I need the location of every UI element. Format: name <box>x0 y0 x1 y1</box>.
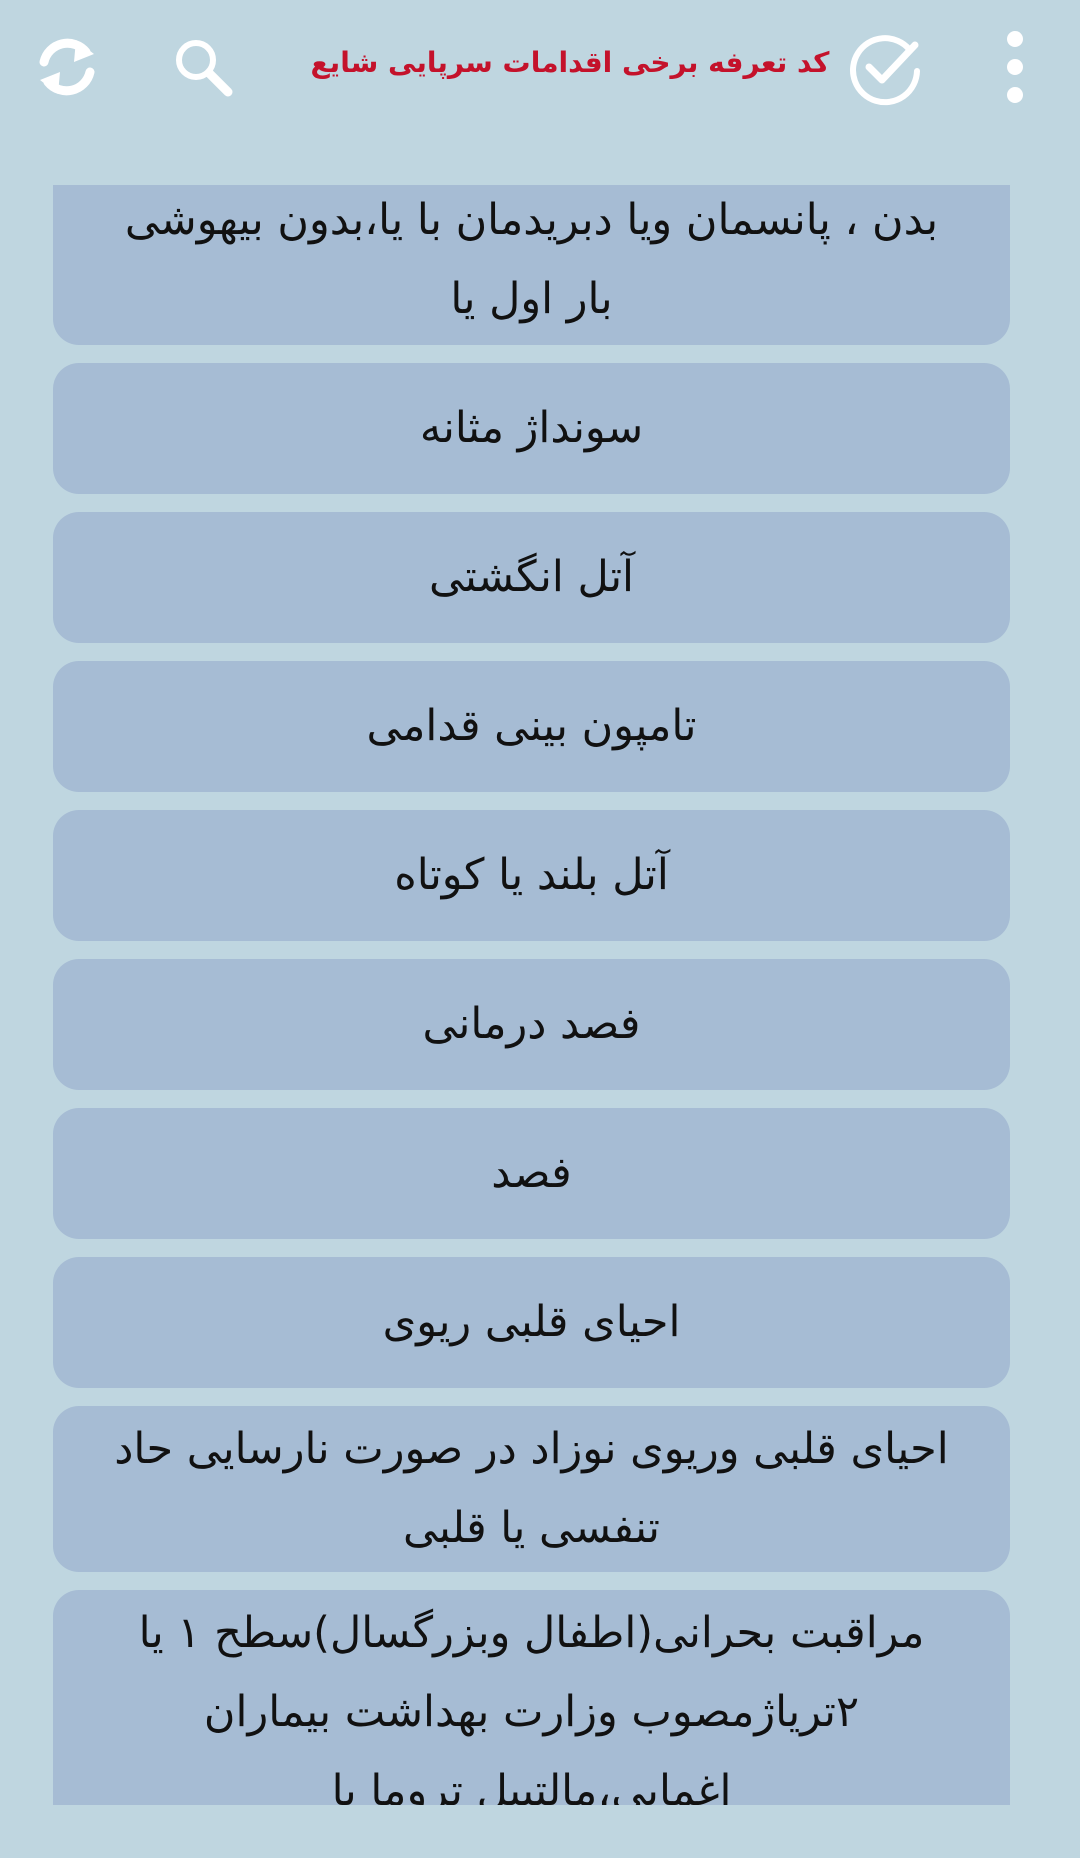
list-item[interactable]: مراقبت بحرانی(اطفال وبزرگسال)سطح ۱ یا ۲ت… <box>53 1590 1010 1805</box>
list-item-label: تامپون بینی قدامی <box>366 701 697 751</box>
list-item[interactable]: فصد درمانی <box>53 959 1010 1090</box>
list-item-label: مراقبت بحرانی(اطفال وبزرگسال)سطح ۱ یا ۲ت… <box>138 1608 925 1805</box>
list-item-label: فصد درمانی <box>422 999 641 1049</box>
more-vert-icon[interactable] <box>970 22 1060 112</box>
list-item-label: فصد <box>491 1148 572 1198</box>
page-title: کد تعرفه برخی اقدامات سرپایی شایع <box>310 46 830 79</box>
list-item[interactable]: سونداژ مثانه <box>53 363 1010 494</box>
list-item-label: بدن ، پانسمان ویا دبریدمان با یا،بدون بی… <box>124 195 939 324</box>
list-item[interactable]: احیای قلبی ریوی <box>53 1257 1010 1388</box>
search-icon[interactable] <box>158 22 248 112</box>
list-item[interactable]: آتل بلند یا کوتاه <box>53 810 1010 941</box>
list-item-label: احیای قلبی ریوی <box>382 1297 681 1347</box>
list-item-label: آتل بلند یا کوتاه <box>394 850 669 900</box>
list-item[interactable]: تامپون بینی قدامی <box>53 661 1010 792</box>
list-item-label: سونداژ مثانه <box>419 403 644 453</box>
app-toolbar: کد تعرفه برخی اقدامات سرپایی شایع <box>0 0 1080 135</box>
list-item[interactable]: احیای قلبی وریوی نوزاد در صورت نارسایی ح… <box>53 1406 1010 1572</box>
list-item[interactable]: بدن ، پانسمان ویا دبریدمان با یا،بدون بی… <box>53 185 1010 345</box>
list-item-label: آتل انگشتی <box>429 552 634 602</box>
list-item[interactable]: آتل انگشتی <box>53 512 1010 643</box>
refresh-icon[interactable] <box>22 22 112 112</box>
procedure-list[interactable]: بدن ، پانسمان ویا دبریدمان با یا،بدون بی… <box>53 185 1010 1805</box>
list-item-label: احیای قلبی وریوی نوزاد در صورت نارسایی ح… <box>114 1424 949 1553</box>
check-circle-icon[interactable] <box>840 22 930 112</box>
list-item[interactable]: فصد <box>53 1108 1010 1239</box>
